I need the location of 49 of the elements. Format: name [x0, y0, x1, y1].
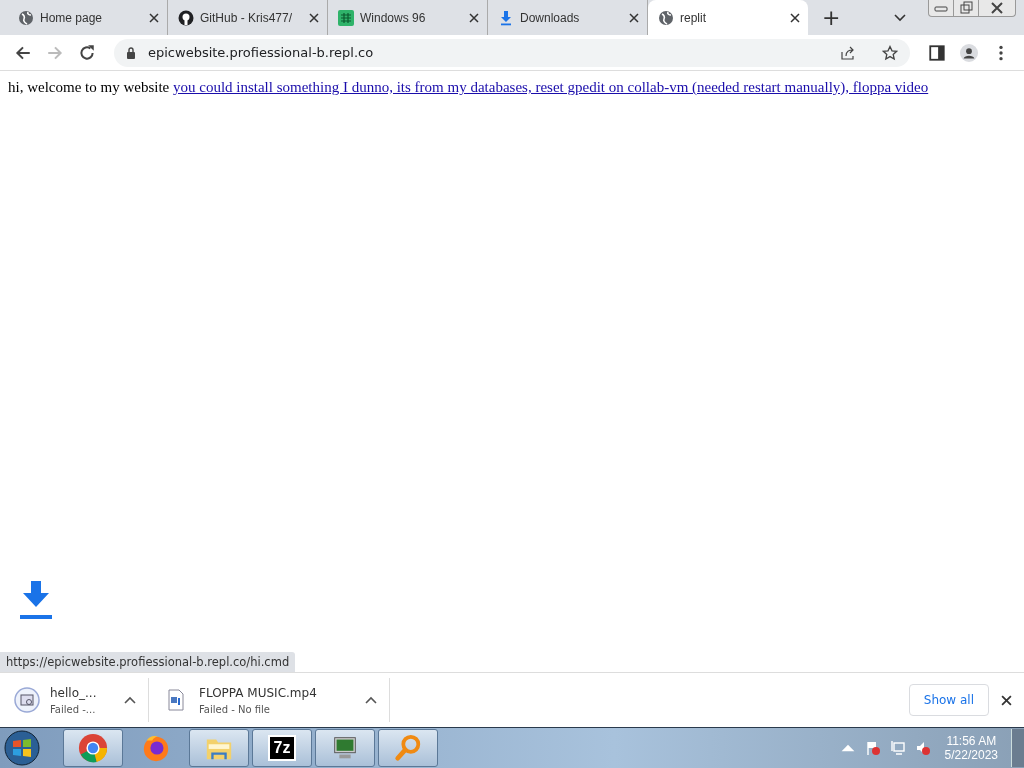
clock-date: 5/22/2023: [944, 748, 998, 762]
show-desktop-button[interactable]: [1011, 729, 1024, 767]
fox-browser-icon: [141, 733, 171, 763]
close-icon[interactable]: [790, 12, 800, 23]
taskbar-button[interactable]: [315, 729, 375, 767]
download-status: Failed - No file: [199, 703, 271, 715]
taskbar-button[interactable]: [378, 729, 438, 767]
side-panel-icon[interactable]: [928, 43, 946, 62]
download-icon[interactable]: [20, 581, 52, 619]
welcome-text: hi, welcome to my website you could install something I dunno, its from my databases, reset gpedit on collab-vm (needed restart manually), floppa video: [8, 79, 930, 96]
new-tab-button[interactable]: +: [816, 5, 847, 30]
close-icon[interactable]: [629, 12, 639, 23]
chevron-down-icon[interactable]: [894, 13, 906, 22]
taskbar-button[interactable]: 7z: [252, 729, 312, 767]
browser-tab[interactable]: replit: [648, 0, 808, 35]
profile-icon[interactable]: [960, 43, 978, 62]
close-icon[interactable]: [469, 12, 479, 23]
show-all-button[interactable]: Show all: [908, 684, 989, 716]
download-item[interactable]: hello_... Failed -...: [0, 678, 149, 722]
address-bar[interactable]: epicwebsite.profiessional-b.repl.co: [114, 38, 910, 67]
lock-icon: [126, 46, 136, 59]
page-link[interactable]: you could install something I dunno, its from my databases, reset gpedit on collab-vm (needed restart manually), floppa video: [172, 79, 929, 95]
download-item[interactable]: FLOPPA MUSIC.mp4 Failed - No file: [149, 678, 390, 722]
grid-logo-icon: [338, 9, 354, 26]
installer-icon: [14, 687, 40, 713]
close-icon[interactable]: [1001, 694, 1012, 706]
taskbar-button[interactable]: [189, 729, 249, 767]
caret-up-icon[interactable]: [365, 696, 377, 704]
browser-icon: [78, 733, 108, 763]
flag-error-icon[interactable]: [864, 740, 881, 756]
taskbar-button[interactable]: [63, 729, 123, 767]
speaker-muted-icon[interactable]: [914, 740, 931, 756]
clock-time: 11:56 AM: [946, 734, 997, 748]
globe-icon: [18, 9, 34, 26]
start-button[interactable]: [4, 730, 40, 766]
download-icon: [498, 9, 514, 26]
file-name: hello_...: [50, 685, 98, 700]
archive-app-logo: 7z: [267, 735, 297, 761]
status-url: https://epicwebsite.profiessional-b.repl.co/hi.cmd: [0, 652, 296, 672]
download-status: Failed -...: [50, 703, 97, 715]
caret-up-icon[interactable]: [124, 696, 136, 704]
globe-icon: [658, 9, 674, 26]
close-icon[interactable]: [309, 12, 319, 23]
search-icon: [393, 733, 423, 763]
file-name: FLOPPA MUSIC.mp4: [199, 685, 318, 700]
close-icon[interactable]: [149, 12, 159, 23]
reload-icon[interactable]: [78, 43, 96, 62]
star-icon[interactable]: [882, 44, 898, 61]
share-icon[interactable]: [840, 44, 856, 61]
